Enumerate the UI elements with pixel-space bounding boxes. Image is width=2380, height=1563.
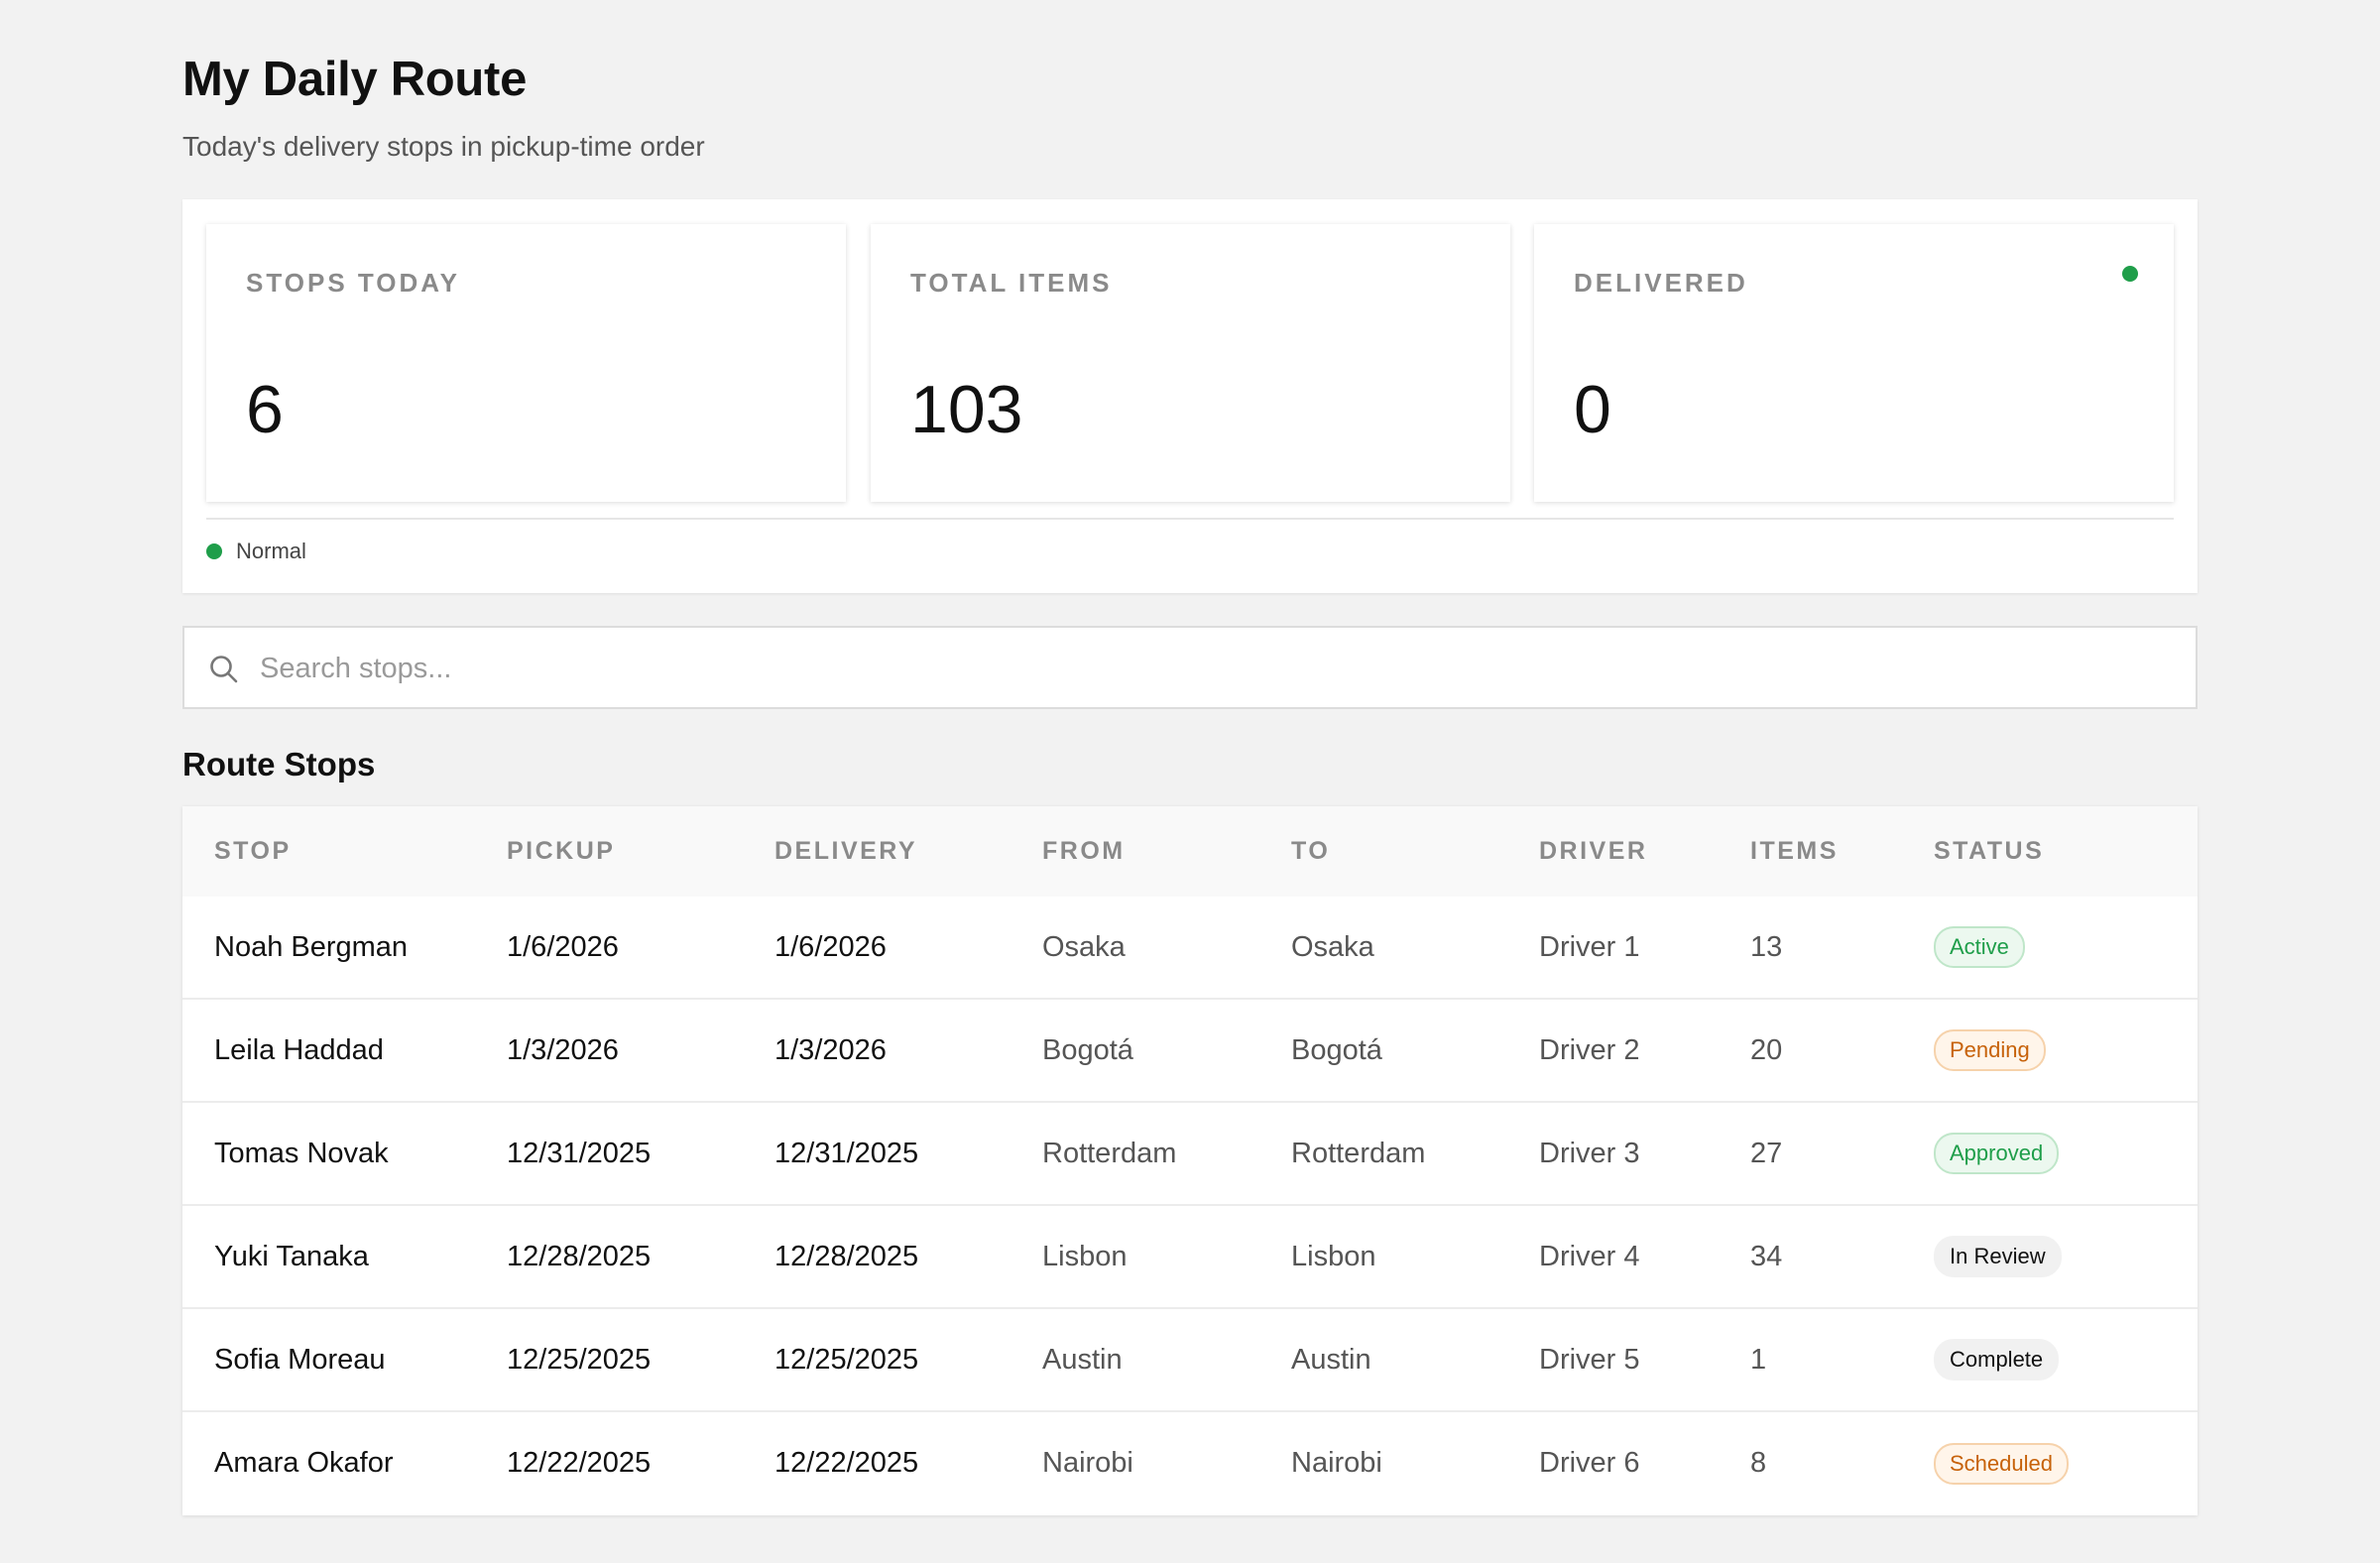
- items-cell: 1: [1750, 1343, 1767, 1376]
- delivery-cell: 12/31/2025: [774, 1137, 919, 1169]
- status-badge: In Review: [1934, 1236, 2062, 1277]
- delivery-cell: 12/25/2025: [774, 1343, 919, 1376]
- status-cell: Approved: [1902, 1102, 2198, 1205]
- table-row[interactable]: Sofia Moreau 12/25/2025 12/25/2025 Austi…: [182, 1308, 2198, 1411]
- column-header-items[interactable]: ITEMS: [1719, 806, 1902, 897]
- stat-card-total-items: TOTAL ITEMS 103: [871, 224, 1510, 502]
- delivery-cell: 12/28/2025: [774, 1240, 919, 1272]
- stat-value: 0: [1574, 372, 1611, 447]
- status-badge: Pending: [1934, 1029, 2046, 1071]
- status-badge: Scheduled: [1934, 1442, 2069, 1485]
- to-cell: Nairobi: [1291, 1447, 1382, 1479]
- to-cell: Lisbon: [1291, 1240, 1376, 1272]
- table-row[interactable]: Yuki Tanaka 12/28/2025 12/28/2025 Lisbon…: [182, 1205, 2198, 1308]
- items-cell: 27: [1750, 1137, 1783, 1169]
- items-cell: 34: [1750, 1240, 1783, 1272]
- pickup-cell: 12/22/2025: [507, 1447, 652, 1479]
- delivery-cell: 12/22/2025: [774, 1447, 919, 1479]
- divider: [206, 518, 2174, 520]
- column-header-driver[interactable]: DRIVER: [1507, 806, 1719, 897]
- status-dot-icon: [2122, 266, 2138, 282]
- to-cell: Bogotá: [1291, 1033, 1382, 1066]
- summary-panel: STOPS TODAY 6 TOTAL ITEMS 103 DELIVERED …: [182, 199, 2198, 593]
- from-cell: Rotterdam: [1042, 1137, 1177, 1169]
- table-row[interactable]: Amara Okafor 12/22/2025 12/22/2025 Nairo…: [182, 1411, 2198, 1514]
- column-header-delivery[interactable]: DELIVERY: [743, 806, 1011, 897]
- column-header-stop[interactable]: STOP: [182, 806, 475, 897]
- from-cell: Bogotá: [1042, 1033, 1133, 1066]
- stat-label: STOPS TODAY: [246, 268, 461, 298]
- stop-cell: Amara Okafor: [214, 1447, 394, 1479]
- driver-cell: Driver 1: [1539, 930, 1640, 963]
- to-cell: Rotterdam: [1291, 1137, 1426, 1169]
- from-cell: Lisbon: [1042, 1240, 1128, 1272]
- status-cell: Pending: [1902, 999, 2198, 1102]
- stop-cell: Noah Bergman: [214, 930, 409, 963]
- status-cell: Complete: [1902, 1308, 2198, 1411]
- from-cell: Osaka: [1042, 930, 1126, 963]
- stat-card-stops-today: STOPS TODAY 6: [206, 224, 846, 502]
- search-box[interactable]: [182, 626, 2198, 709]
- stop-cell: Tomas Novak: [214, 1137, 389, 1169]
- from-cell: Nairobi: [1042, 1447, 1133, 1479]
- to-cell: Osaka: [1291, 930, 1374, 963]
- pickup-cell: 1/3/2026: [507, 1033, 619, 1066]
- stop-cell: Leila Haddad: [214, 1033, 384, 1066]
- pickup-cell: 12/31/2025: [507, 1137, 652, 1169]
- search-icon: [210, 656, 238, 683]
- column-header-from[interactable]: FROM: [1011, 806, 1259, 897]
- driver-cell: Driver 3: [1539, 1137, 1640, 1169]
- stop-cell: Sofia Moreau: [214, 1343, 386, 1376]
- table-row[interactable]: Leila Haddad 1/3/2026 1/3/2026 Bogotá Bo…: [182, 999, 2198, 1102]
- table-row[interactable]: Tomas Novak 12/31/2025 12/31/2025 Rotter…: [182, 1102, 2198, 1205]
- from-cell: Austin: [1042, 1343, 1123, 1376]
- delivery-cell: 1/6/2026: [774, 930, 887, 963]
- status-badge: Complete: [1934, 1339, 2060, 1381]
- stat-label: TOTAL ITEMS: [910, 268, 1113, 298]
- items-cell: 13: [1750, 930, 1783, 963]
- items-cell: 20: [1750, 1033, 1783, 1066]
- status-badge: Approved: [1934, 1133, 2060, 1174]
- stat-card-delivered: DELIVERED 0: [1534, 224, 2174, 502]
- driver-cell: Driver 5: [1539, 1343, 1640, 1376]
- driver-cell: Driver 4: [1539, 1240, 1640, 1272]
- search-input[interactable]: [260, 640, 2144, 697]
- status-cell: In Review: [1902, 1205, 2198, 1308]
- pickup-cell: 1/6/2026: [507, 930, 619, 963]
- stop-cell: Yuki Tanaka: [214, 1240, 369, 1272]
- section-title: Route Stops: [182, 746, 376, 782]
- legend-dot-icon: [206, 543, 222, 559]
- driver-cell: Driver 6: [1539, 1447, 1640, 1479]
- column-header-status[interactable]: STATUS: [1902, 806, 2198, 897]
- page-subtitle: Today's delivery stops in pickup-time or…: [182, 131, 705, 162]
- column-header-to[interactable]: TO: [1259, 806, 1507, 897]
- driver-cell: Driver 2: [1539, 1033, 1640, 1066]
- items-cell: 8: [1750, 1447, 1767, 1479]
- route-stops-table: STOP PICKUP DELIVERY FROM TO DRIVER ITEM…: [182, 806, 2198, 1515]
- stat-value: 6: [246, 372, 284, 447]
- to-cell: Austin: [1291, 1343, 1371, 1376]
- legend: Normal: [206, 539, 306, 564]
- column-header-pickup[interactable]: PICKUP: [475, 806, 743, 897]
- stat-value: 103: [910, 372, 1023, 447]
- pickup-cell: 12/25/2025: [507, 1343, 652, 1376]
- status-cell: Scheduled: [1902, 1411, 2198, 1514]
- page-title: My Daily Route: [182, 53, 528, 106]
- legend-label: Normal: [236, 539, 306, 563]
- stat-label: DELIVERED: [1574, 268, 1748, 298]
- status-cell: Active: [1902, 897, 2198, 999]
- delivery-cell: 1/3/2026: [774, 1033, 887, 1066]
- pickup-cell: 12/28/2025: [507, 1240, 652, 1272]
- status-badge: Active: [1934, 926, 2025, 968]
- table-row[interactable]: Noah Bergman 1/6/2026 1/6/2026 Osaka Osa…: [182, 897, 2198, 999]
- table-header-row: STOP PICKUP DELIVERY FROM TO DRIVER ITEM…: [182, 806, 2198, 897]
